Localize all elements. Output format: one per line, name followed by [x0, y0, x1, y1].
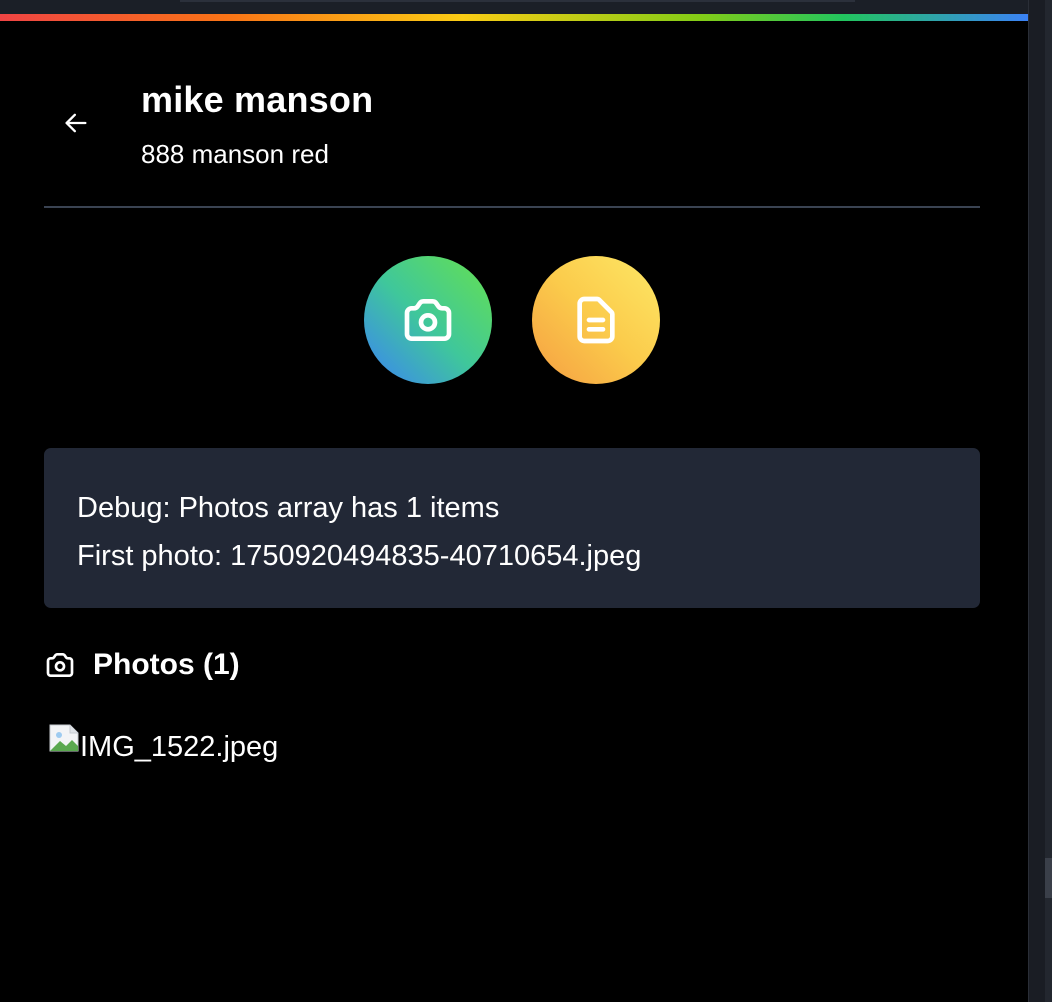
- contact-detail-page: mike manson 888 manson red Debug: Photos…: [0, 21, 1028, 1002]
- scrollbar-thumb[interactable]: [1045, 858, 1052, 898]
- camera-icon: [404, 299, 452, 341]
- add-photo-button[interactable]: [364, 256, 492, 384]
- camera-icon: [44, 649, 76, 681]
- back-button[interactable]: [56, 103, 96, 143]
- debug-line-first-photo: First photo: 1750920494835-40710654.jpeg: [77, 540, 642, 572]
- photos-section-header: Photos (1): [44, 645, 240, 685]
- debug-line-count: Debug: Photos array has 1 items: [77, 492, 500, 524]
- page-subtitle: 888 manson red: [141, 139, 329, 169]
- window-top-bar: [0, 0, 1028, 14]
- scrollbar-edge: [1045, 0, 1052, 1002]
- broken-image-icon: [48, 722, 80, 754]
- arrow-left-icon: [65, 113, 87, 133]
- photo-alt-text: IMG_1522.jpeg: [80, 731, 279, 763]
- photo-thumbnail[interactable]: IMG_1522.jpeg: [48, 722, 278, 770]
- scrollbar[interactable]: [1028, 0, 1052, 1002]
- page-title: mike manson: [141, 79, 374, 120]
- photos-section-title: Photos (1): [93, 648, 240, 681]
- rainbow-accent-bar: [0, 14, 1028, 21]
- debug-panel: Debug: Photos array has 1 items First ph…: [44, 448, 980, 608]
- document-icon: [577, 296, 615, 344]
- header-divider: [44, 206, 980, 208]
- top-bar-line: [180, 0, 855, 2]
- add-document-button[interactable]: [532, 256, 660, 384]
